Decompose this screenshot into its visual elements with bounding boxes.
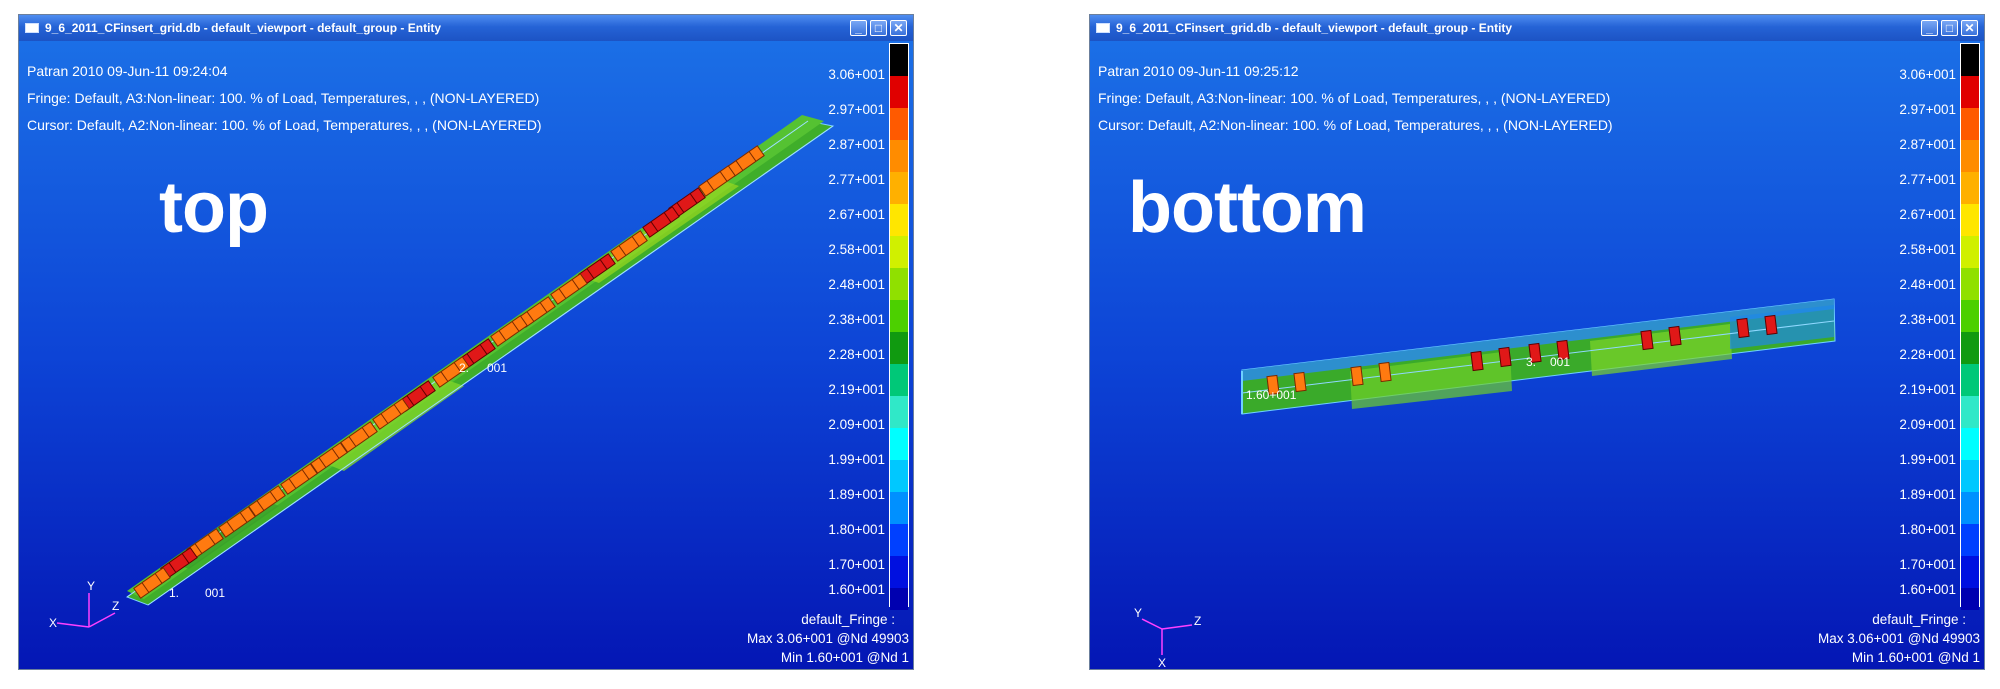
maximize-button[interactable]: □ (1941, 20, 1958, 36)
cursor-label-max-exp: 001 (487, 361, 507, 375)
legend-value: 2.38+001 (828, 312, 885, 327)
legend-value: 1.80+001 (1899, 522, 1956, 537)
legend-value: 2.19+001 (1899, 382, 1956, 397)
fringe-legend-bar (1960, 43, 1980, 610)
cursor-label-max: 2. (459, 361, 469, 375)
legend-value: 1.89+001 (828, 487, 885, 502)
window-icon (1096, 23, 1110, 33)
axis-z-label: Z (1194, 614, 1201, 628)
legend-value: 1.70+001 (1899, 557, 1956, 572)
legend-value: 1.99+001 (828, 452, 885, 467)
fe-model-top: 2. 001 1. 001 Y Z X (49, 115, 835, 630)
fringe-min: Min 1.60+001 @Nd 1 (1851, 650, 1980, 665)
legend-value: 2.48+001 (828, 277, 885, 292)
cursor-label-min: 1.60+001 (1246, 388, 1297, 402)
axis-triad-icon: Y Z X (1134, 606, 1201, 670)
window-title: 9_6_2011_CFinsert_grid.db - default_view… (45, 21, 442, 35)
graphics-viewport[interactable]: Patran 2010 09-Jun-11 09:25:12 Fringe: D… (1090, 41, 1984, 670)
fringe-summary: default_Fringe : Max 3.06+001 @Nd 49903 … (1818, 610, 1980, 667)
legend-value: 2.97+001 (828, 102, 885, 117)
axis-y-label: Y (1134, 606, 1142, 620)
legend-value: 2.77+001 (1899, 172, 1956, 187)
legend-value: 2.58+001 (828, 242, 885, 257)
minimize-button[interactable]: _ (850, 20, 867, 36)
legend-value: 2.09+001 (1899, 417, 1956, 432)
legend-value: 2.38+001 (1899, 312, 1956, 327)
fe-model-bottom: 1.60+001 3. 001 Y Z X (1134, 298, 1836, 670)
legend-value: 2.09+001 (828, 417, 885, 432)
legend-value: 1.70+001 (828, 557, 885, 572)
fringe-legend-values: 3.06+001 2.97+001 2.87+001 2.77+001 2.67… (1860, 67, 1956, 627)
legend-value: 1.80+001 (828, 522, 885, 537)
legend-value: 1.99+001 (1899, 452, 1956, 467)
axis-x-label: X (1158, 656, 1166, 670)
legend-value: 3.06+001 (1899, 67, 1956, 82)
cursor-label-max: 3. (1526, 355, 1536, 369)
legend-value: 2.97+001 (1899, 102, 1956, 117)
fringe-legend-bar (889, 43, 909, 610)
axis-x-label: X (49, 616, 57, 630)
fringe-max: Max 3.06+001 @Nd 49903 (747, 631, 909, 646)
fringe-summary: default_Fringe : Max 3.06+001 @Nd 49903 … (747, 610, 909, 667)
legend-value: 2.58+001 (1899, 242, 1956, 257)
axis-z-label: Z (112, 599, 119, 613)
window-titlebar[interactable]: 9_6_2011_CFinsert_grid.db - default_view… (19, 15, 913, 41)
legend-value: 2.19+001 (828, 382, 885, 397)
fringe-max: Max 3.06+001 @Nd 49903 (1818, 631, 1980, 646)
viewport-window-bottom: 9_6_2011_CFinsert_grid.db - default_view… (1089, 14, 1985, 670)
legend-value: 1.60+001 (828, 582, 885, 597)
maximize-button[interactable]: □ (870, 20, 887, 36)
legend-value: 1.60+001 (1899, 582, 1956, 597)
axis-y-label: Y (87, 579, 95, 593)
graphics-viewport[interactable]: Patran 2010 09-Jun-11 09:24:04 Fringe: D… (19, 41, 913, 669)
cursor-label-max-exp: 001 (1550, 355, 1570, 369)
cursor-label-min: 1. (169, 586, 179, 600)
close-button[interactable]: ✕ (890, 20, 907, 36)
legend-value: 2.87+001 (828, 137, 885, 152)
fringe-min: Min 1.60+001 @Nd 1 (780, 650, 909, 665)
legend-value: 2.28+001 (828, 347, 885, 362)
legend-value: 2.77+001 (828, 172, 885, 187)
legend-value: 2.67+001 (1899, 207, 1956, 222)
window-titlebar[interactable]: 9_6_2011_CFinsert_grid.db - default_view… (1090, 15, 1984, 41)
legend-value: 2.28+001 (1899, 347, 1956, 362)
legend-value: 2.48+001 (1899, 277, 1956, 292)
legend-value: 2.67+001 (828, 207, 885, 222)
cursor-label-min-exp: 001 (205, 586, 225, 600)
legend-value: 1.89+001 (1899, 487, 1956, 502)
viewport-window-top: 9_6_2011_CFinsert_grid.db - default_view… (18, 14, 914, 670)
view-label-bottom: bottom (1128, 168, 1367, 248)
fringe-name: default_Fringe : (1872, 612, 1966, 627)
window-icon (25, 23, 39, 33)
minimize-button[interactable]: _ (1921, 20, 1938, 36)
legend-value: 2.87+001 (1899, 137, 1956, 152)
axis-triad-icon: Y Z X (49, 579, 119, 630)
view-label-top: top (159, 168, 269, 248)
legend-value: 3.06+001 (828, 67, 885, 82)
fringe-legend-values: 3.06+001 2.97+001 2.87+001 2.77+001 2.67… (789, 67, 885, 627)
window-title: 9_6_2011_CFinsert_grid.db - default_view… (1116, 21, 1513, 35)
close-button[interactable]: ✕ (1961, 20, 1978, 36)
fringe-name: default_Fringe : (801, 612, 895, 627)
